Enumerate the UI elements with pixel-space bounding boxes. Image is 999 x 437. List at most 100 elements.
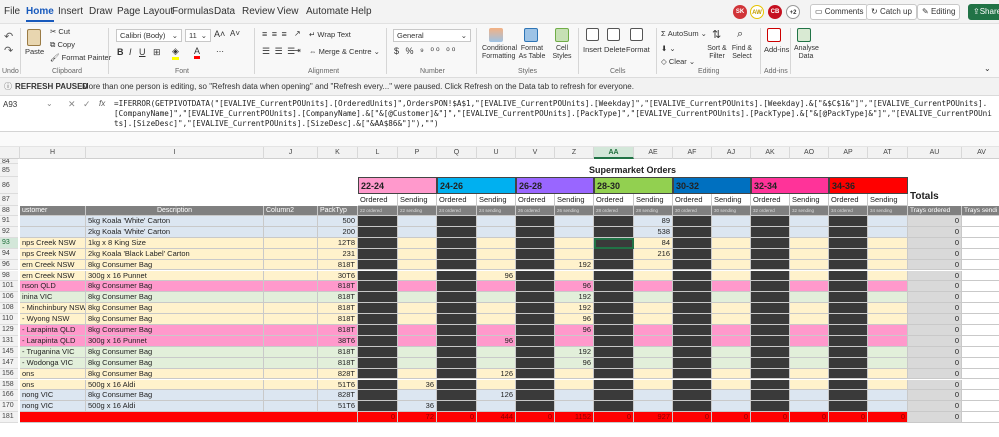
ordered-cell[interactable] xyxy=(673,226,712,238)
header-customer[interactable]: ustomer xyxy=(20,206,86,216)
ordered-cell[interactable] xyxy=(516,357,555,369)
trays-sending-cell[interactable] xyxy=(962,303,999,315)
sending-cell[interactable] xyxy=(634,303,673,315)
share-button[interactable]: ⇪Share xyxy=(968,4,999,20)
customer-cell[interactable]: - Truganina VIC xyxy=(20,346,86,358)
insert-cells-button[interactable]: Insert xyxy=(583,45,602,54)
header-28-sending[interactable]: 28 sending xyxy=(634,206,673,216)
sending-cell[interactable] xyxy=(555,379,594,391)
trays-sending-cell[interactable] xyxy=(962,292,999,304)
total-cell[interactable]: 444 xyxy=(477,412,516,424)
font-size-dropdown[interactable]: 11 ⌄ xyxy=(185,29,211,42)
ordered-label[interactable]: Ordered xyxy=(673,194,712,206)
column2-cell[interactable] xyxy=(264,314,318,325)
column2-cell[interactable] xyxy=(264,292,318,304)
description-cell[interactable]: 8kg Consumer Bag xyxy=(86,325,264,336)
trays-ordered-cell[interactable]: 0 xyxy=(908,335,962,347)
sending-cell[interactable]: 96 xyxy=(477,335,516,347)
ordered-cell[interactable] xyxy=(516,259,555,271)
sending-cell[interactable] xyxy=(398,281,437,293)
ordered-cell[interactable] xyxy=(516,335,555,347)
column2-cell[interactable] xyxy=(264,281,318,293)
trays-ordered-cell[interactable]: 0 xyxy=(908,314,962,325)
ordered-cell[interactable] xyxy=(437,226,477,238)
header-30-ordered[interactable]: 30 ordered xyxy=(673,206,712,216)
packtype-cell[interactable]: 200 xyxy=(318,226,358,238)
sending-cell[interactable] xyxy=(868,281,908,293)
column2-cell[interactable] xyxy=(264,401,318,413)
ordered-cell[interactable] xyxy=(751,368,790,380)
size-header-34-36[interactable]: 34-36 xyxy=(829,177,908,194)
font-name-dropdown[interactable]: Calibri (Body) ⌄ xyxy=(116,29,182,42)
trays-sending-cell[interactable] xyxy=(962,379,999,391)
sending-cell[interactable] xyxy=(712,390,751,402)
sending-cell[interactable] xyxy=(712,281,751,293)
ordered-cell[interactable] xyxy=(673,379,712,391)
sending-cell[interactable] xyxy=(868,248,908,260)
description-cell[interactable]: 5kg Koala 'White' Carton xyxy=(86,216,264,227)
sending-cell[interactable] xyxy=(790,303,829,315)
header-24-ordered[interactable]: 24 ordered xyxy=(437,206,477,216)
number-style-icons[interactable]: $ % ⁹ ⁰⁰ ⁰⁰ xyxy=(394,46,457,57)
column-header-au[interactable]: AU xyxy=(908,147,962,159)
sending-cell[interactable] xyxy=(790,346,829,358)
ordered-cell[interactable] xyxy=(751,281,790,293)
row-header[interactable]: 85 xyxy=(0,164,18,177)
sending-cell[interactable] xyxy=(712,401,751,413)
ordered-cell[interactable] xyxy=(358,281,398,293)
ordered-cell[interactable] xyxy=(437,379,477,391)
row-header[interactable]: 106 xyxy=(0,292,18,304)
sending-cell[interactable] xyxy=(712,226,751,238)
sending-cell[interactable] xyxy=(398,216,437,227)
sending-cell[interactable] xyxy=(868,314,908,325)
row-header[interactable]: 93 xyxy=(0,237,18,249)
ordered-cell[interactable] xyxy=(437,259,477,271)
ordered-cell[interactable] xyxy=(673,248,712,260)
row-header[interactable]: 181 xyxy=(0,412,18,424)
sending-cell[interactable] xyxy=(477,216,516,227)
sending-cell[interactable] xyxy=(790,390,829,402)
packtype-cell[interactable]: 500 xyxy=(318,216,358,227)
cell-styles-button[interactable]: Cell Styles xyxy=(551,45,573,61)
total-cell[interactable]: 1152 xyxy=(555,412,594,424)
packtype-cell[interactable]: 818T xyxy=(318,303,358,315)
customer-cell[interactable]: ons xyxy=(20,379,86,391)
ordered-cell[interactable] xyxy=(437,270,477,282)
trays-sending-cell[interactable] xyxy=(962,226,999,238)
ordered-cell[interactable] xyxy=(829,216,868,227)
sending-cell[interactable] xyxy=(712,379,751,391)
ordered-cell[interactable] xyxy=(829,303,868,315)
ordered-cell[interactable] xyxy=(358,237,398,249)
sending-cell[interactable] xyxy=(477,248,516,260)
sending-cell[interactable] xyxy=(790,216,829,227)
header-trays-sending[interactable]: Trays sendi xyxy=(962,206,999,216)
sending-cell[interactable] xyxy=(790,368,829,380)
sending-cell[interactable] xyxy=(477,292,516,304)
sending-cell[interactable] xyxy=(634,346,673,358)
ordered-cell[interactable] xyxy=(437,335,477,347)
trays-ordered-cell[interactable]: 0 xyxy=(908,237,962,249)
ordered-cell[interactable] xyxy=(516,237,555,249)
column2-cell[interactable] xyxy=(264,248,318,260)
ordered-cell[interactable] xyxy=(594,325,634,336)
more-icon[interactable]: ⋯ xyxy=(216,47,224,56)
tab-home[interactable]: Home xyxy=(26,6,54,22)
paste-button[interactable]: Paste xyxy=(25,47,44,56)
customer-cell[interactable]: nong VIC xyxy=(20,401,86,413)
trays-sending-cell[interactable] xyxy=(962,248,999,260)
customer-cell[interactable]: - Wyong NSW xyxy=(20,314,86,325)
ordered-cell[interactable] xyxy=(437,303,477,315)
packtype-cell[interactable]: 51T6 xyxy=(318,401,358,413)
ordered-cell[interactable] xyxy=(437,357,477,369)
paste-icon[interactable] xyxy=(27,29,41,46)
packtype-cell[interactable]: 38T6 xyxy=(318,335,358,347)
description-cell[interactable]: 8kg Consumer Bag xyxy=(86,357,264,369)
column-header-ak[interactable]: AK xyxy=(751,147,790,159)
description-cell[interactable]: 1kg x 8 King Size xyxy=(86,237,264,249)
trays-ordered-cell[interactable]: 0 xyxy=(908,346,962,358)
ordered-cell[interactable] xyxy=(516,281,555,293)
tab-automate[interactable]: Automate xyxy=(306,6,349,17)
trays-ordered-cell[interactable]: 0 xyxy=(908,379,962,391)
row-header[interactable]: 145 xyxy=(0,346,18,358)
column2-cell[interactable] xyxy=(264,216,318,227)
